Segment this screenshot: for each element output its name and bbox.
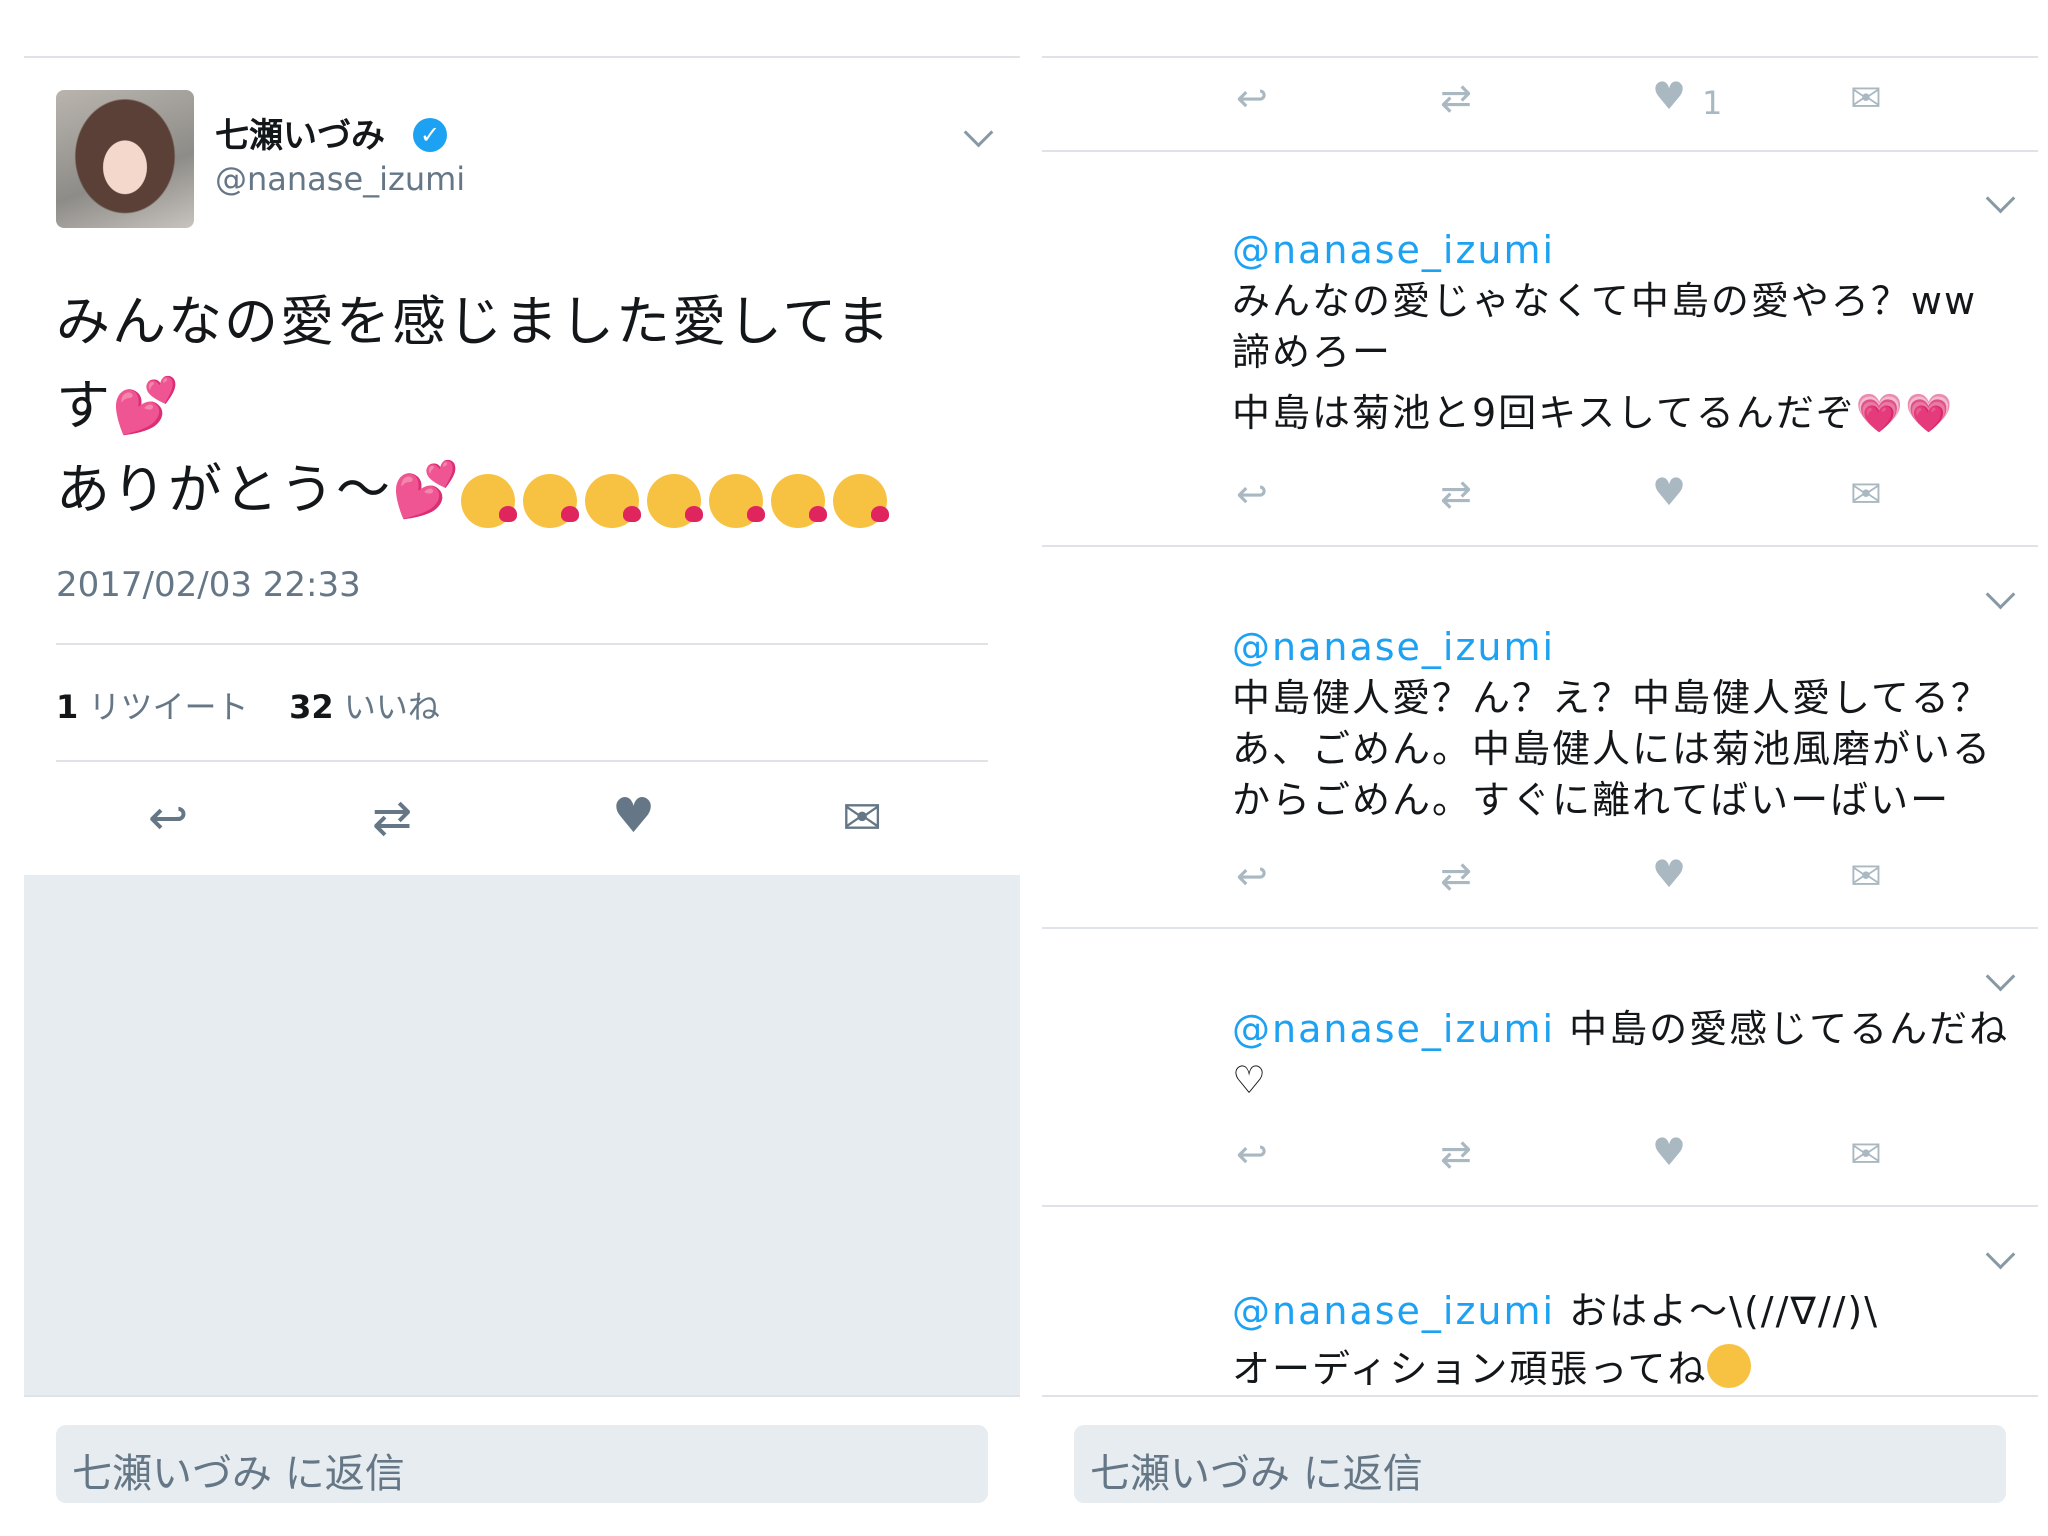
reply-text-line: @nanase_izumi おはよ〜\(//∇//)\ — [1232, 1282, 1879, 1340]
replies-panel: ↩ ⇄ ♥ 1 ✉ @nanase_izumi みんなの愛じゃなくて中島の愛やろ… — [1024, 0, 2048, 1536]
reply-text-fragment: 中島は菊池と9回キスしてるんだぞ — [1232, 391, 1856, 435]
reply-text-line: オーディション頑張ってね — [1232, 1340, 1879, 1398]
message-icon[interactable]: ✉ — [842, 790, 882, 846]
kissing-heart-icon: k — [647, 474, 704, 528]
heart-icon: 💗💗 — [1855, 391, 1955, 435]
tweet-text-fragment: す — [56, 374, 112, 437]
like-icon[interactable]: ♥ — [1652, 852, 1686, 896]
retweet-icon[interactable]: ⇄ — [372, 790, 412, 846]
tweet-text-line: みんなの愛を感じました愛してま — [56, 290, 892, 353]
divider — [1042, 545, 2038, 547]
divider — [56, 760, 988, 762]
like-count[interactable]: 32 — [289, 688, 334, 726]
reply-placeholder: 七瀬いづみ に返信 — [1090, 1451, 1423, 1497]
reply-text-line: ♡ — [1232, 1058, 1269, 1102]
tweet-text-line: ありがとう〜💕kkkkkkk — [56, 448, 936, 532]
kissing-heart-icon: k — [585, 474, 642, 528]
kissing-heart-icon: k — [833, 474, 890, 528]
reply-text: @nanase_izumi 中島健人愛？ん？え？中島健人愛してる？ あ、ごめん。… — [1232, 622, 1992, 826]
kissing-heart-icon: k — [771, 474, 828, 528]
reply-placeholder: 七瀬いづみ に返信 — [72, 1451, 405, 1497]
like-icon[interactable]: ♥ — [612, 788, 655, 844]
reply-icon[interactable]: ↩ — [1236, 854, 1268, 898]
divider — [1042, 1395, 2038, 1397]
avatar[interactable] — [56, 90, 194, 228]
message-icon[interactable]: ✉ — [1850, 76, 1882, 120]
two-hearts-icon: 💕 — [392, 458, 462, 521]
reply-text-fragment: 中島の愛感じてるんだね — [1555, 1007, 2010, 1051]
chevron-down-icon[interactable] — [1985, 183, 2016, 214]
message-icon[interactable]: ✉ — [1850, 854, 1882, 898]
chevron-down-icon[interactable] — [1985, 961, 2016, 992]
tweet-timestamp[interactable]: 2017/02/03 22:33 — [56, 565, 361, 605]
tweet-stats: 1 リツイート 32 いいね — [56, 682, 440, 728]
reply-text-fragment: オーディション頑張ってね — [1232, 1347, 1708, 1391]
like-icon[interactable]: ♥ — [1652, 470, 1686, 514]
like-label[interactable]: いいね — [344, 688, 440, 726]
chevron-down-icon[interactable] — [1985, 1239, 2016, 1270]
reply-icon[interactable]: ↩ — [1236, 472, 1268, 516]
like-icon[interactable]: ♥ — [1652, 1130, 1686, 1174]
two-hearts-icon: 💕 — [112, 374, 182, 437]
verified-icon: ✓ — [413, 118, 447, 152]
reply-input[interactable]: 七瀬いづみ に返信 — [1074, 1425, 2006, 1503]
tweet-text: みんなの愛を感じました愛してま す💕 ありがとう〜💕kkkkkkk — [56, 280, 936, 532]
retweet-icon[interactable]: ⇄ — [1440, 472, 1472, 516]
divider — [24, 56, 1020, 58]
retweet-label[interactable]: リツイート — [88, 688, 248, 726]
reply-input[interactable]: 七瀬いづみ に返信 — [56, 1425, 988, 1503]
message-icon[interactable]: ✉ — [1850, 472, 1882, 516]
message-icon[interactable]: ✉ — [1850, 1132, 1882, 1176]
reply-text-line: 諦めろー — [1232, 330, 1393, 374]
divider — [1042, 1205, 2038, 1207]
reply-text-line: からごめん。すぐに離れてばいーばいー — [1232, 778, 1951, 822]
like-count: 1 — [1702, 84, 1723, 122]
reply-text-line: @nanase_izumi 中島の愛感じてるんだね — [1232, 1004, 2009, 1055]
kissing-heart-icon: k — [523, 474, 580, 528]
reply-text: @nanase_izumi 中島の愛感じてるんだね ♡ — [1232, 1004, 2009, 1106]
reply-icon[interactable]: ↩ — [148, 790, 188, 846]
divider — [1042, 150, 2038, 152]
retweet-icon[interactable]: ⇄ — [1440, 76, 1472, 120]
chevron-down-icon[interactable] — [1985, 579, 2016, 610]
kissing-heart-icon: k — [709, 474, 766, 528]
like-icon[interactable]: ♥ — [1652, 74, 1686, 118]
divider — [56, 643, 988, 645]
author-name[interactable]: 七瀬いづみ — [215, 108, 385, 157]
divider — [1042, 927, 2038, 929]
retweet-count[interactable]: 1 — [56, 688, 78, 726]
reply-text-line: 中島健人愛？ん？え？中島健人愛してる？ — [1232, 676, 1991, 720]
reply-text-fragment: おはよ〜\(//∇//)\ — [1555, 1289, 1880, 1333]
reply-text-line: 中島は菊池と9回キスしてるんだぞ💗💗 — [1232, 388, 1977, 439]
reply-text: @nanase_izumi みんなの愛じゃなくて中島の愛やろ？ww 諦めろー 中… — [1232, 225, 1977, 439]
divider — [24, 1395, 1020, 1397]
mention-link[interactable]: @nanase_izumi — [1232, 622, 1992, 673]
reply-text: @nanase_izumi おはよ〜\(//∇//)\ オーディション頑張ってね — [1232, 1282, 1879, 1398]
reply-icon[interactable]: ↩ — [1236, 76, 1268, 120]
author-handle[interactable]: @nanase_izumi — [215, 160, 465, 198]
kissing-heart-icon: k — [461, 474, 518, 528]
mention-link[interactable]: @nanase_izumi — [1232, 1289, 1555, 1333]
divider — [1042, 56, 2038, 58]
smiling-face-icon — [1707, 1344, 1752, 1388]
mention-link[interactable]: @nanase_izumi — [1232, 225, 1977, 276]
tweet-detail-panel: 七瀬いづみ ✓ @nanase_izumi みんなの愛を感じました愛してま す💕… — [0, 0, 1024, 1536]
tweet-text-line: す💕 — [56, 364, 936, 448]
reply-icon[interactable]: ↩ — [1236, 1132, 1268, 1176]
mention-link[interactable]: @nanase_izumi — [1232, 1007, 1555, 1051]
retweet-icon[interactable]: ⇄ — [1440, 854, 1472, 898]
reply-text-line: あ、ごめん。中島健人には菊池風磨がいる — [1232, 727, 1993, 771]
tweet-text-fragment: ありがとう〜 — [56, 458, 392, 521]
reply-text-line: みんなの愛じゃなくて中島の愛やろ？ww — [1232, 279, 1978, 323]
retweet-icon[interactable]: ⇄ — [1440, 1132, 1472, 1176]
empty-area — [24, 875, 1020, 1395]
chevron-down-icon[interactable] — [963, 117, 994, 148]
